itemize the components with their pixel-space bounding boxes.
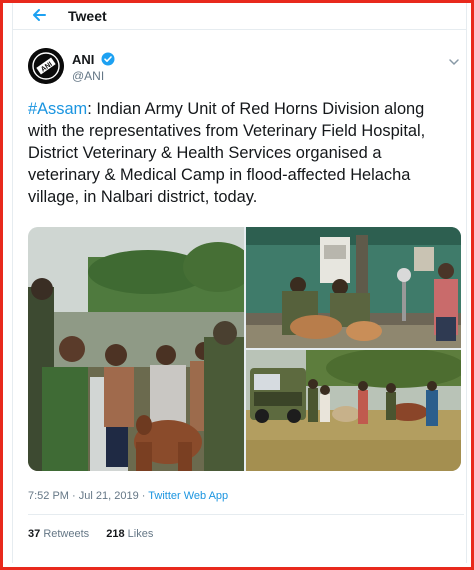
- photo-veterinary-porch[interactable]: [246, 227, 461, 348]
- media-grid: [28, 227, 461, 471]
- tweet-text: #Assam: Indian Army Unit of Red Horns Di…: [28, 98, 448, 208]
- chevron-down-icon[interactable]: [448, 54, 460, 66]
- verified-badge-icon: [101, 52, 115, 66]
- hashtag-link[interactable]: #Assam: [28, 100, 87, 118]
- author-name[interactable]: ANI: [72, 52, 94, 67]
- tweet-stats: 37 Retweets 218 Likes: [28, 528, 167, 540]
- tweet-source-link[interactable]: Twitter Web App: [148, 490, 228, 502]
- retweets-label: Retweets: [43, 528, 90, 540]
- photo-army-vehicle-flood[interactable]: [246, 350, 461, 471]
- meta-separator: ·: [68, 490, 79, 502]
- tweet-author: ANI ANI @ANI: [28, 48, 464, 88]
- likes-label: Likes: [127, 528, 154, 540]
- retweets-stat[interactable]: 37 Retweets: [28, 528, 89, 540]
- arrow-left-icon[interactable]: [30, 6, 48, 24]
- page-header: Tweet: [12, 3, 467, 30]
- meta-separator: ·: [138, 490, 149, 502]
- likes-stat[interactable]: 218 Likes: [106, 528, 153, 540]
- tweet-body: : Indian Army Unit of Red Horns Division…: [28, 100, 426, 206]
- tweet-metadata: 7:52 PM · Jul 21, 2019 · Twitter Web App: [28, 490, 228, 502]
- avatar[interactable]: ANI: [28, 48, 64, 84]
- tweet-date[interactable]: Jul 21, 2019: [79, 490, 139, 502]
- tweet-time[interactable]: 7:52 PM: [28, 490, 69, 502]
- author-handle[interactable]: @ANI: [72, 69, 104, 83]
- retweets-count: 37: [28, 528, 41, 540]
- photo-camp-floodwater[interactable]: [28, 227, 244, 471]
- page-title: Tweet: [68, 8, 107, 24]
- likes-count: 218: [106, 528, 125, 540]
- stats-divider: [28, 514, 464, 515]
